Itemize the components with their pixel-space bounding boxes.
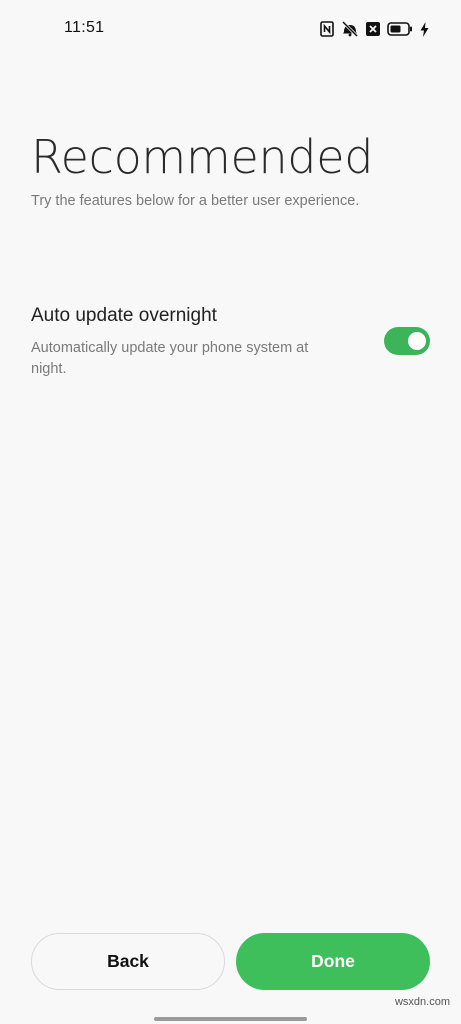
watermark: wsxdn.com <box>394 996 450 1008</box>
vibrate-mute-icon <box>341 21 359 37</box>
feature-title: Auto update overnight <box>31 305 217 326</box>
done-button[interactable]: Done <box>236 933 430 990</box>
feature-row-auto-update: Auto update overnight Automatically upda… <box>31 305 431 385</box>
nfc-icon <box>320 21 334 37</box>
back-button[interactable]: Back <box>31 933 225 990</box>
notification-icon <box>366 22 380 36</box>
page-title: Recommended <box>31 130 374 184</box>
toggle-knob <box>408 332 426 350</box>
feature-description: Automatically update your phone system a… <box>31 340 309 377</box>
status-icons <box>320 17 429 41</box>
battery-icon <box>387 22 413 36</box>
status-bar: 11:51 <box>0 0 461 58</box>
charging-icon <box>420 21 429 37</box>
auto-update-toggle[interactable] <box>384 327 430 355</box>
status-time: 11:51 <box>64 19 105 36</box>
home-indicator[interactable] <box>154 1017 307 1021</box>
page-subtitle: Try the features below for a better user… <box>31 193 360 209</box>
